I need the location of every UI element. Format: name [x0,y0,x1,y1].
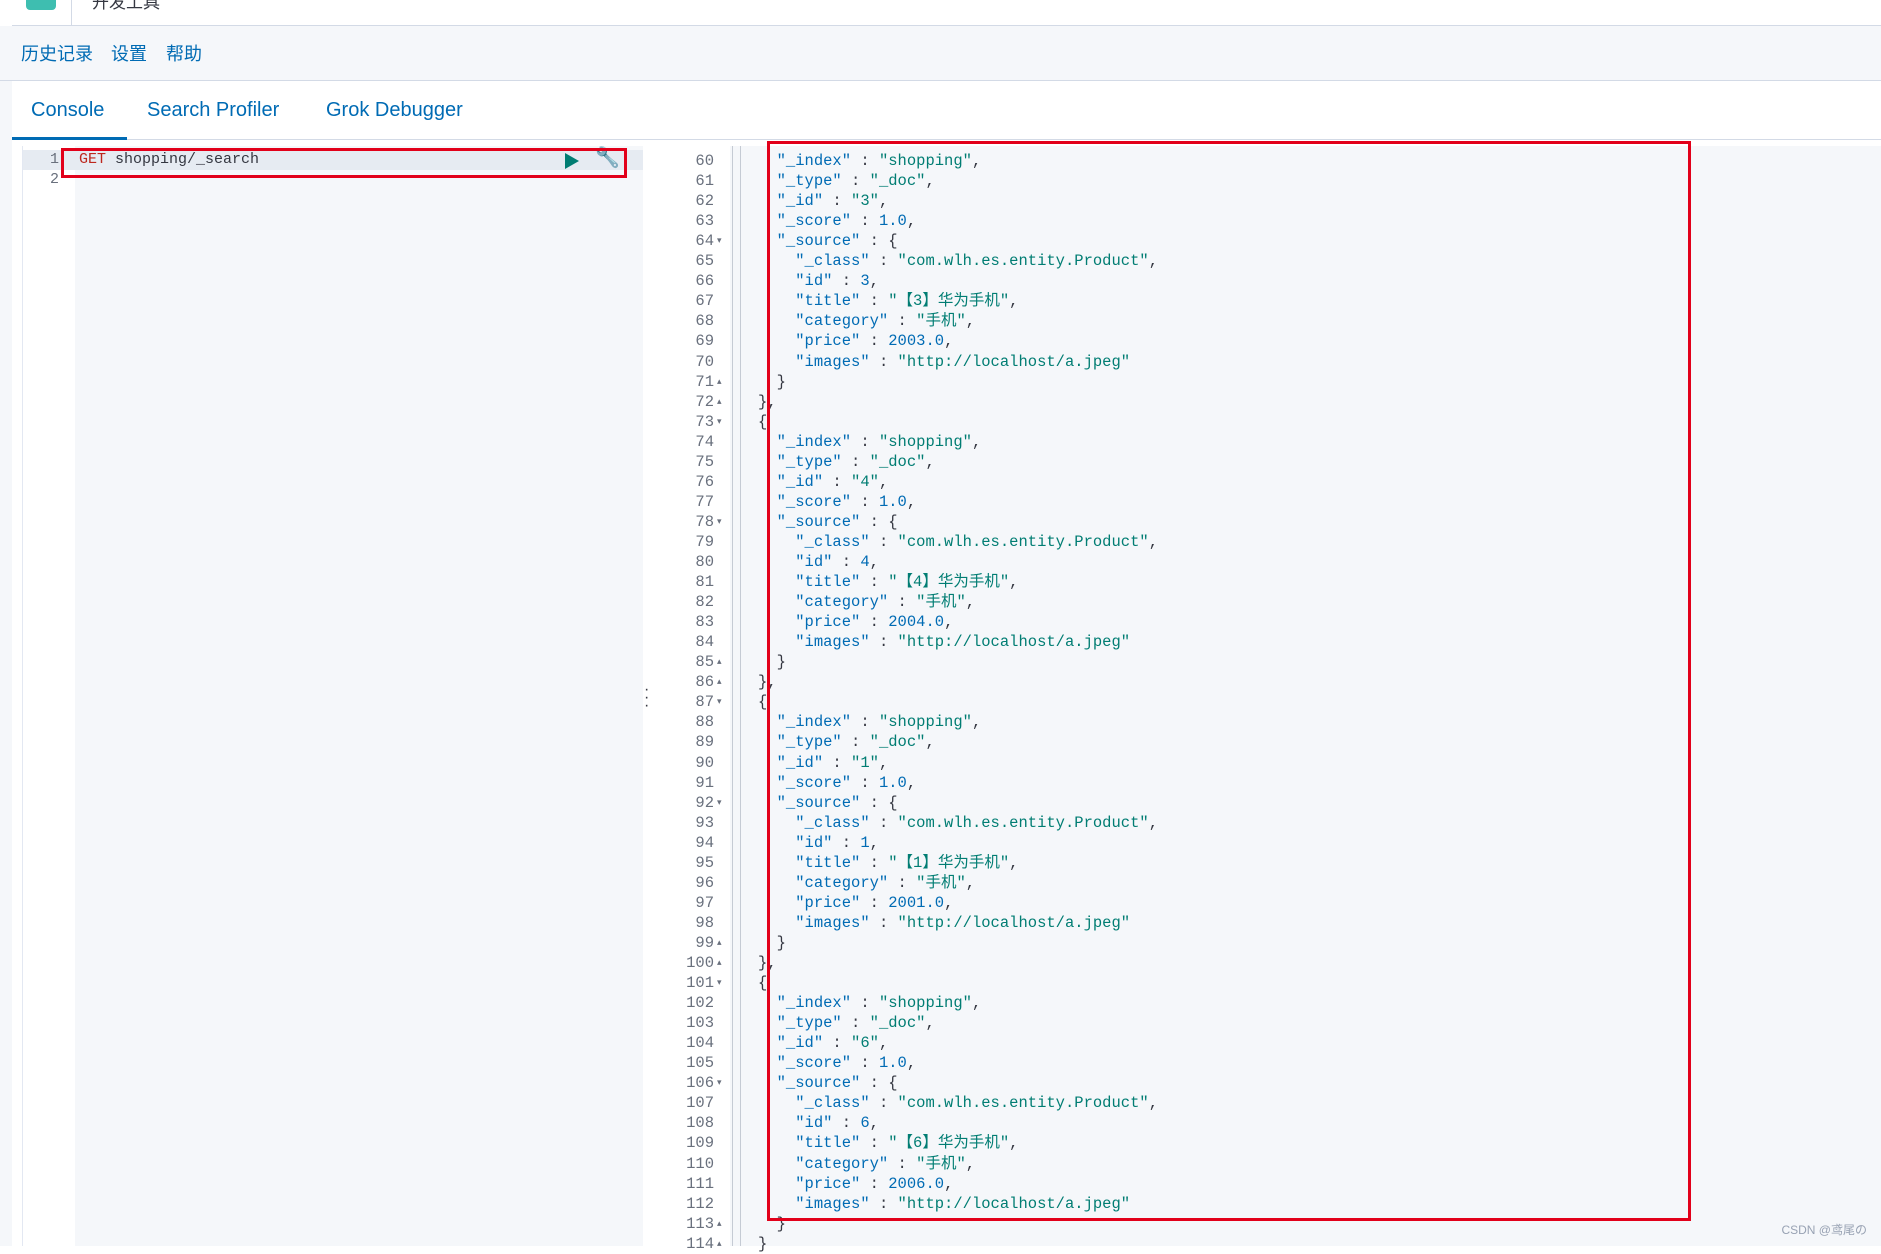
line-number: 100 [686,954,714,972]
line-number: 105 [686,1054,714,1073]
resize-handle-icon[interactable]: · · · [644,682,649,714]
response-text: } [758,1234,768,1253]
fold-collapse-icon[interactable]: ▾ [717,231,727,251]
line-number: 110 [686,1154,714,1173]
line-number: 95 [695,853,714,872]
line-number: 71 [695,372,714,391]
fold-collapse-icon[interactable]: ▾ [717,973,727,993]
fold-expand-icon[interactable]: ▴ [717,672,727,692]
fold-expand-icon[interactable]: ▴ [717,392,727,412]
fold-expand-icon[interactable]: ▴ [717,372,727,392]
line-number: 62 [695,192,714,211]
line-number: 87 [695,693,714,712]
line-number: 67 [695,292,714,311]
response-line[interactable]: 114 ▴} [661,1234,1881,1254]
line-number: 79 [695,532,714,551]
line-number: 102 [686,994,714,1013]
request-editor-body[interactable] [75,146,644,1246]
line-number: 77 [695,492,714,511]
line-number: 82 [695,593,714,612]
line-number: 78 [695,512,714,531]
line-number: 93 [695,813,714,832]
line-number: 84 [695,633,714,652]
line-number: 114 [686,1234,714,1253]
menu-settings[interactable]: 设置 [111,40,147,66]
tab-console[interactable]: Console [31,99,104,122]
fold-expand-icon[interactable]: ▴ [717,652,727,672]
header-divider [71,0,72,25]
app-logo-icon[interactable] [26,0,56,10]
line-number: 111 [686,1174,714,1193]
line-number: 109 [686,1134,714,1153]
line-number: 89 [695,733,714,752]
line-number: 90 [695,753,714,772]
line-number: 113 [686,1214,714,1233]
tab-bar: Console Search Profiler Grok Debugger [12,81,1881,140]
fold-collapse-icon[interactable]: ▾ [717,1073,727,1093]
line-number: 72 [695,392,714,411]
line-number: 61 [695,172,714,191]
line-number: 81 [695,573,714,592]
line-number: 94 [695,833,714,852]
line-number: 96 [695,873,714,892]
line-number: 88 [695,713,714,732]
menu-help[interactable]: 帮助 [166,40,202,66]
line-number: 85 [695,653,714,672]
request-editor[interactable]: 1 GET shopping/_search 🔧 2 [22,146,644,1246]
line-number: 104 [686,1034,714,1053]
line-number: 92 [695,793,714,812]
fold-collapse-icon[interactable]: ▾ [717,412,727,432]
line-number: 98 [695,913,714,932]
response-text: { [758,693,768,712]
line-number: 1 [49,151,59,168]
fold-expand-icon[interactable]: ▴ [717,1214,727,1234]
line-number: 64 [695,232,714,251]
line-number: 99 [695,933,714,952]
line-number: 83 [695,613,714,632]
request-highlight-box [61,148,627,178]
line-number: 108 [686,1114,714,1133]
line-number: 103 [686,1014,714,1033]
active-tab-indicator [12,137,127,140]
response-highlight-box [767,141,1691,1221]
fold-expand-icon[interactable]: ▴ [717,953,727,973]
line-number: 74 [695,432,714,451]
line-number: 80 [695,553,714,571]
response-text: { [758,412,768,431]
fold-collapse-icon[interactable]: ▾ [717,512,727,532]
top-header: 开发工具 [0,0,1881,26]
line-number: 75 [695,452,714,471]
line-number: 86 [695,673,714,692]
response-text: { [758,974,768,993]
line-number: 65 [695,252,714,271]
line-number: 106 [686,1074,714,1093]
line-number: 107 [686,1094,714,1113]
line-number: 73 [695,412,714,431]
line-number: 60 [695,152,714,170]
watermark: CSDN @鸢尾の [1781,1223,1867,1237]
line-number: 2 [49,171,59,188]
fold-expand-icon[interactable]: ▴ [717,1234,727,1254]
fold-expand-icon[interactable]: ▴ [717,933,727,953]
tab-grok-debugger[interactable]: Grok Debugger [326,99,463,122]
line-number: 69 [695,332,714,351]
page-title: 开发工具 [92,0,160,12]
menu-history[interactable]: 历史记录 [21,40,93,66]
line-number: 91 [695,773,714,792]
line-number: 63 [695,212,714,231]
line-number: 70 [695,352,714,371]
line-number: 101 [686,974,714,993]
left-margin [0,81,12,1246]
tab-search-profiler[interactable]: Search Profiler [147,99,279,122]
request-gutter [23,146,75,1246]
console-menu-bar: 历史记录 设置 帮助 [0,26,1881,81]
line-number: 66 [695,272,714,291]
line-number: 68 [695,312,714,331]
line-number: 112 [686,1194,714,1213]
line-number: 76 [695,472,714,491]
fold-collapse-icon[interactable]: ▾ [717,692,727,712]
fold-collapse-icon[interactable]: ▾ [717,793,727,813]
line-number: 97 [695,893,714,912]
